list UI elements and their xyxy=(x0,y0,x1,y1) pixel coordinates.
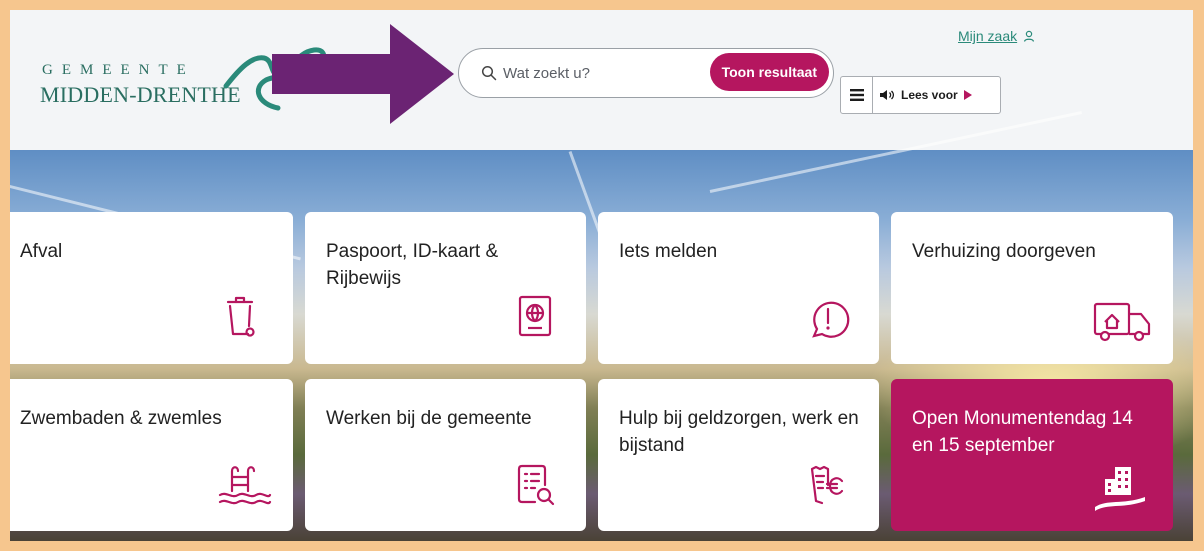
logo-line-1: GEMEENTE xyxy=(42,62,195,78)
tile-afval[interactable]: Afval xyxy=(10,212,293,364)
speaker-icon xyxy=(880,90,895,100)
municipality-logo[interactable]: GEMEENTE MIDDEN-DRENTHE xyxy=(38,38,327,118)
read-aloud-label: Lees voor xyxy=(901,88,958,102)
exclamation-circle-icon xyxy=(812,301,850,338)
tile-title: Afval xyxy=(20,241,63,262)
tile-title: Verhuizing doorgeven xyxy=(912,241,1096,262)
tile-moving[interactable]: Verhuizing doorgeven xyxy=(891,212,1173,364)
readspeaker-menu-button[interactable] xyxy=(841,77,873,113)
user-icon xyxy=(1024,30,1035,42)
tile-swimming[interactable]: Zwembaden & zwemles xyxy=(10,379,293,531)
passport-icon xyxy=(518,295,552,337)
search-bar: Toon resultaat xyxy=(458,48,834,98)
vacancy-document-icon xyxy=(517,464,555,506)
tile-title: Werken bij de gemeente xyxy=(326,408,532,429)
receipt-euro-icon xyxy=(810,465,844,505)
hero-banner: Afval Paspoort, ID-kaart & Rijbewijs Iet… xyxy=(10,111,1193,541)
read-aloud-button[interactable]: Lees voor xyxy=(873,77,973,113)
monument-building-icon xyxy=(1095,467,1145,511)
page-frame: GEMEENTE MIDDEN-DRENTHE Toon resultaat M… xyxy=(10,10,1193,541)
tile-title: Paspoort, ID-kaart & Rijbewijs xyxy=(326,241,499,289)
play-icon xyxy=(963,90,972,100)
tile-title: Iets melden xyxy=(619,241,718,262)
tile-jobs[interactable]: Werken bij de gemeente xyxy=(305,379,586,531)
my-case-link[interactable]: Mijn zaak xyxy=(958,28,1035,44)
tile-title: Hulp bij geldzorgen, werk en bijstand xyxy=(619,408,859,456)
moving-truck-icon xyxy=(1093,302,1151,342)
search-input[interactable] xyxy=(503,59,703,87)
pool-ladder-icon xyxy=(218,466,272,505)
tile-report-issue[interactable]: Iets melden xyxy=(598,212,879,364)
tile-title: Open Monumentendag 14 en 15 september xyxy=(912,408,1133,456)
logo-line-2: MIDDEN-DRENTHE xyxy=(40,82,241,107)
annotation-arrow-icon xyxy=(272,24,454,124)
search-icon xyxy=(481,65,497,81)
site-header: GEMEENTE MIDDEN-DRENTHE Toon resultaat M… xyxy=(10,10,1193,150)
readspeaker-toolbar: Lees voor xyxy=(840,76,1001,114)
tile-passport[interactable]: Paspoort, ID-kaart & Rijbewijs xyxy=(305,212,586,364)
tile-financial-help[interactable]: Hulp bij geldzorgen, werk en bijstand xyxy=(598,379,879,531)
my-case-label: Mijn zaak xyxy=(958,28,1018,44)
search-submit-button[interactable]: Toon resultaat xyxy=(709,53,829,91)
tile-open-monumentendag[interactable]: Open Monumentendag 14 en 15 september xyxy=(891,379,1173,531)
tile-title: Zwembaden & zwemles xyxy=(20,408,222,429)
trash-bin-icon xyxy=(226,296,255,337)
hamburger-menu-icon xyxy=(849,89,864,101)
